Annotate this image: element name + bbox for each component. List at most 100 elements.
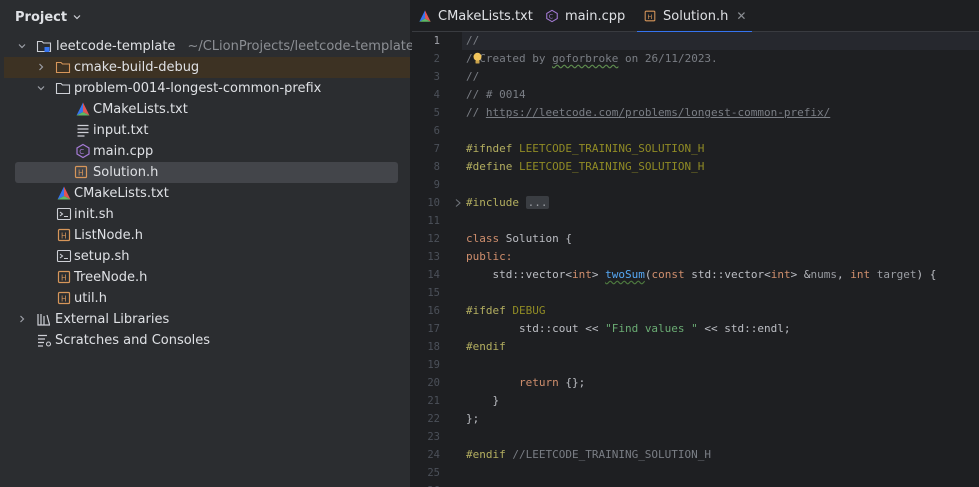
line-number: 7 bbox=[433, 143, 440, 155]
project-panel-title: Project bbox=[15, 9, 68, 25]
tree-item-label: ListNode.h bbox=[74, 228, 144, 243]
line-number: 19 bbox=[427, 359, 440, 371]
code-line: }; bbox=[466, 412, 480, 425]
tree-item-cmakelists-inner[interactable]: CMakeLists.txt bbox=[4, 99, 406, 120]
code-line: #ifdef DEBUG bbox=[466, 304, 546, 317]
tab-label: CMakeLists.txt bbox=[438, 8, 533, 24]
code-line: std::cout << "Find values " << std::endl… bbox=[466, 322, 791, 335]
chevron-down-icon[interactable] bbox=[35, 82, 47, 94]
editor-area: CMakeLists.txt C main.cpp H Solution.h ✕… bbox=[412, 0, 979, 487]
code-line: #include ... bbox=[466, 196, 550, 209]
tree-item-label: TreeNode.h bbox=[74, 270, 148, 285]
tree-item-util-h[interactable]: H util.h bbox=[4, 288, 406, 309]
tree-item-treenode-h[interactable]: H TreeNode.h bbox=[4, 267, 406, 288]
line-number: 21 bbox=[427, 395, 440, 407]
tree-item-input-txt[interactable]: input.txt bbox=[4, 120, 406, 141]
svg-text:C: C bbox=[549, 13, 553, 20]
tree-item-setup-sh[interactable]: setup.sh bbox=[4, 246, 406, 267]
library-icon bbox=[37, 314, 51, 326]
tree-item-cmakelists-root[interactable]: CMakeLists.txt bbox=[4, 183, 406, 204]
line-number: 2 bbox=[433, 53, 440, 65]
line-number: 1 bbox=[433, 35, 440, 47]
cmake-icon bbox=[419, 10, 431, 22]
line-number: 26 bbox=[412, 482, 462, 487]
tab-label: Solution.h bbox=[663, 8, 729, 24]
code-line: #endif bbox=[466, 340, 506, 353]
header-file-icon: H bbox=[74, 165, 88, 179]
scratches-icon bbox=[38, 334, 52, 347]
line-number: 17 bbox=[427, 323, 440, 335]
line-number: 20 bbox=[427, 377, 440, 389]
header-file-icon: H bbox=[644, 10, 656, 22]
tree-item-listnode-h[interactable]: H ListNode.h bbox=[4, 225, 406, 246]
tree-item-external-libraries[interactable]: External Libraries bbox=[4, 309, 406, 330]
line-number: 11 bbox=[427, 215, 440, 227]
tab-solution-h[interactable]: H Solution.h ✕ bbox=[636, 0, 753, 33]
svg-text:H: H bbox=[61, 231, 67, 240]
tree-root-leetcode-template[interactable]: leetcode-template ~/CLionProjects/leetcod… bbox=[4, 36, 414, 57]
line-number: 3 bbox=[433, 71, 440, 83]
svg-text:H: H bbox=[647, 13, 652, 21]
text-file-icon bbox=[77, 124, 89, 137]
collapsed-region[interactable]: ... bbox=[525, 196, 550, 209]
code-line: // bbox=[462, 32, 979, 50]
tree-item-label: CMakeLists.txt bbox=[74, 186, 169, 201]
tree-item-init-sh[interactable]: init.sh bbox=[4, 204, 406, 225]
tree-item-solution-h[interactable]: H Solution.h bbox=[15, 162, 398, 183]
tree-item-label: init.sh bbox=[74, 207, 114, 222]
lightbulb-icon[interactable] bbox=[472, 52, 483, 65]
line-number: 25 bbox=[427, 467, 440, 479]
project-panel-header[interactable]: Project bbox=[15, 8, 82, 26]
shell-script-icon bbox=[56, 249, 72, 263]
tab-main-cpp[interactable]: C main.cpp bbox=[545, 0, 625, 32]
tree-item-main-cpp[interactable]: C main.cpp bbox=[4, 141, 406, 162]
tree-item-label: CMakeLists.txt bbox=[93, 102, 188, 117]
tree-item-cmake-build-debug[interactable]: cmake-build-debug bbox=[4, 57, 410, 78]
tree-item-label: cmake-build-debug bbox=[74, 60, 200, 75]
chevron-right-icon[interactable] bbox=[16, 313, 28, 325]
code-line: return {}; bbox=[518, 376, 586, 389]
code-line: public: bbox=[466, 250, 513, 263]
cpp-file-icon: C bbox=[546, 9, 558, 23]
line-number: 9 bbox=[433, 179, 440, 191]
code-line: #ifndef LEETCODE_TRAINING_SOLUTION_H bbox=[466, 142, 705, 155]
line-number: 5 bbox=[433, 107, 440, 119]
svg-text:H: H bbox=[78, 168, 84, 177]
header-file-icon: H bbox=[57, 270, 71, 284]
line-number: 16 bbox=[427, 305, 440, 317]
tree-item-scratches-consoles[interactable]: Scratches and Consoles bbox=[4, 330, 406, 351]
code-line: class Solution { bbox=[466, 232, 572, 245]
line-number: 4 bbox=[433, 89, 440, 101]
close-icon[interactable]: ✕ bbox=[736, 9, 746, 23]
code-line: // bbox=[466, 70, 480, 83]
editor-tab-bar: CMakeLists.txt C main.cpp H Solution.h ✕ bbox=[412, 0, 979, 33]
code-editor[interactable]: // / Created by goforbroke on 26/11/2023… bbox=[462, 32, 979, 487]
shell-script-icon bbox=[56, 207, 72, 221]
chevron-down-icon bbox=[73, 15, 81, 20]
tree-item-label: Solution.h bbox=[93, 165, 159, 180]
fold-icon[interactable] bbox=[454, 198, 462, 208]
code-line: // https://leetcode.com/problems/longest… bbox=[466, 106, 831, 119]
module-folder-icon bbox=[36, 40, 52, 53]
tree-item-label: setup.sh bbox=[74, 249, 130, 264]
line-number: 12 bbox=[427, 233, 440, 245]
header-file-icon: H bbox=[57, 228, 71, 242]
line-number: 18 bbox=[427, 341, 440, 353]
editor-gutter[interactable]: 1 2 3 4 5 6 7 8 9 10 11 12 13 14 15 16 1… bbox=[412, 32, 462, 487]
tree-item-label: Scratches and Consoles bbox=[55, 333, 211, 348]
tree-item-label: problem-0014-longest-common-prefix bbox=[74, 81, 322, 96]
chevron-right-icon[interactable] bbox=[35, 61, 47, 73]
code-line: // # 0014 bbox=[466, 88, 526, 101]
tab-label: main.cpp bbox=[565, 8, 626, 24]
tree-item-label: External Libraries bbox=[55, 312, 170, 327]
code-line: } bbox=[466, 394, 500, 407]
tree-item-problem-folder[interactable]: problem-0014-longest-common-prefix bbox=[4, 78, 406, 99]
tab-cmakelists[interactable]: CMakeLists.txt bbox=[418, 0, 533, 32]
tree-root-path: ~/CLionProjects/leetcode-template bbox=[187, 39, 414, 54]
project-panel: Project leetcode-template ~/CLionProjects… bbox=[0, 0, 414, 487]
code-line: #define LEETCODE_TRAINING_SOLUTION_H bbox=[466, 160, 705, 173]
line-number: 23 bbox=[427, 431, 440, 443]
url-link[interactable]: https://leetcode.com/problems/longest-co… bbox=[486, 106, 830, 119]
chevron-down-icon[interactable] bbox=[16, 40, 28, 52]
svg-text:H: H bbox=[61, 294, 67, 303]
